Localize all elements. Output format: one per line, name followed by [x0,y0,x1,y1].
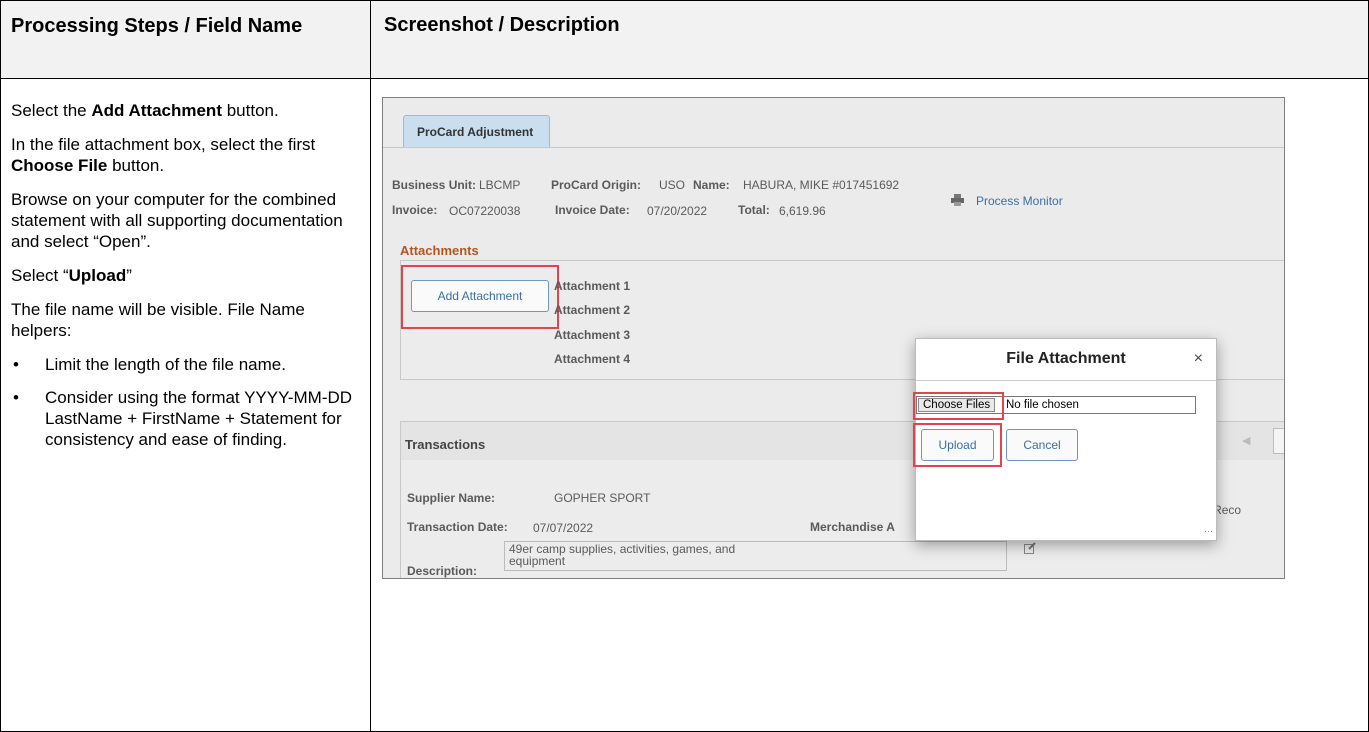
resize-grip-icon[interactable]: ⋯ [1204,526,1213,537]
column-header-steps: Processing Steps / Field Name [11,15,303,37]
printer-icon[interactable] [951,194,964,206]
supplier-name-value: GOPHER SPORT [554,491,651,505]
list-item: • Limit the length of the file name. [13,355,286,374]
transaction-date-label: Transaction Date: [407,520,508,534]
invoice-date-value: 07/20/2022 [647,204,708,218]
transactions-title: Transactions [405,437,486,452]
highlight-upload [913,423,1002,467]
business-unit-value: LBCMP [479,178,521,192]
attachment-1-label: Attachment 1 [554,279,631,293]
invoice-label: Invoice: [392,203,438,217]
attachment-4-label: Attachment 4 [554,352,631,366]
helper-list: • Limit the length of the file name. • Con… [11,354,356,450]
attachments-title: Attachments [400,243,479,258]
list-item: • Consider using the format YYYY-MM-DD La… [13,388,353,449]
tab-divider [383,147,1284,148]
total-label: Total: [738,203,770,217]
cancel-button[interactable]: Cancel [1006,429,1078,461]
step-file-name: The file name will be visible. File Name… [11,300,305,340]
step-choose-file: In the file attachment box, select the f… [11,135,316,175]
procard-origin-value: USO [659,178,686,192]
name-label: Name: [693,178,730,192]
description-field[interactable]: 49er camp supplies, activities, games, a… [504,541,1007,571]
business-unit-label: Business Unit: [392,178,477,192]
highlight-add-attachment [401,265,559,329]
edit-icon[interactable] [1024,542,1036,554]
merchandise-label: Merchandise A [810,520,895,534]
steps-cell: Select the Add Attachment button. In the… [0,78,371,732]
total-value: 6,619.96 [779,204,826,218]
page-input[interactable] [1273,428,1284,454]
highlight-choose-files [913,392,1004,420]
attachment-3-label: Attachment 3 [554,328,631,342]
procard-origin-label: ProCard Origin: [551,178,642,192]
previous-arrow-icon[interactable]: ◀ [1242,434,1250,447]
description-label: Description: [407,564,478,578]
transaction-date-value: 07/07/2022 [533,521,594,535]
tab-procard-adjustment[interactable]: ProCard Adjustment [403,115,550,148]
file-attachment-dialog: File Attachment × Choose Files No file c… [913,338,1217,541]
column-header-screenshot: Screenshot / Description [384,14,620,36]
supplier-name-label: Supplier Name: [407,491,496,505]
close-icon[interactable]: × [1194,350,1203,368]
description-value: 49er camp supplies, activities, games, a… [509,542,736,568]
header-cell-left: Processing Steps / Field Name [0,0,371,79]
step-upload: Select “Upload” [11,266,132,285]
app-screenshot: ProCard Adjustment Business Unit: LBCMP … [382,97,1285,579]
name-value: HABURA, MIKE #017451692 [743,178,900,192]
steps-text: Select the Add Attachment button. In the… [11,100,356,462]
process-monitor-link[interactable]: Process Monitor [976,194,1063,208]
invoice-value: OC07220038 [449,204,521,218]
no-file-chosen-text: No file chosen [1006,399,1079,411]
dialog-divider [916,380,1216,381]
step-add-attachment: Select the Add Attachment button. [11,101,279,120]
invoice-date-label: Invoice Date: [555,203,630,217]
step-browse: Browse on your computer for the combined… [11,190,343,251]
dialog-title: File Attachment [1006,350,1126,367]
header-cell-right: Screenshot / Description [370,0,1369,79]
bullet: • [13,355,19,374]
bullet: • [13,388,19,407]
attachment-2-label: Attachment 2 [554,303,631,317]
